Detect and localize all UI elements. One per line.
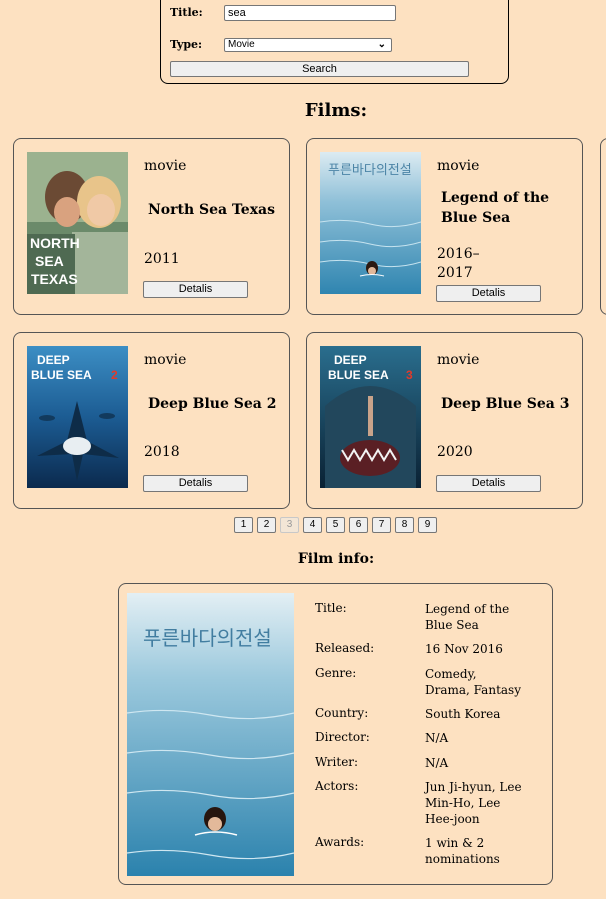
info-value-country: South Korea — [425, 707, 501, 721]
search-button[interactable]: Search — [170, 61, 469, 77]
page-button-2[interactable]: 2 — [257, 517, 276, 533]
film-card: NORTH SEA TEXAS movie North Sea Texas 20… — [13, 138, 290, 315]
film-title: Legend of the Blue Sea — [441, 190, 550, 226]
film-title: Deep Blue Sea 3 — [441, 396, 570, 412]
info-key-actors: Actors: — [315, 779, 359, 793]
page-button-9[interactable]: 9 — [418, 517, 437, 533]
page-button-1[interactable]: 1 — [234, 517, 253, 533]
page-button-7[interactable]: 7 — [372, 517, 391, 533]
film-card: 푸른바다의전설 movie Legend of the Blue Sea 201… — [306, 138, 583, 315]
film-card: DEEP BLUE SEA 2 movie Deep Blue Sea 2 20… — [13, 332, 290, 509]
info-value-title: Legend of the Blue Sea — [425, 602, 510, 632]
info-value-writer: N/A — [425, 756, 449, 770]
svg-text:푸른바다의전설: 푸른바다의전설 — [143, 626, 272, 650]
info-value-genre: Comedy, Drama, Fantasy — [425, 667, 521, 697]
poster-image: 푸른바다의전설 — [320, 152, 421, 294]
details-button[interactable]: Detalis — [436, 285, 541, 302]
poster-image: DEEP BLUE SEA 2 — [27, 346, 128, 488]
info-key-genre: Genre: — [315, 666, 357, 680]
info-key-title: Title: — [315, 601, 347, 615]
film-type: movie — [144, 352, 187, 368]
film-year: 2016–2017 — [437, 246, 480, 281]
svg-text:NORTH: NORTH — [30, 235, 80, 251]
poster-image: DEEP BLUE SEA 3 — [320, 346, 421, 488]
info-key-awards: Awards: — [315, 835, 365, 849]
page-button-3-current: 3 — [280, 517, 299, 533]
info-key-released: Released: — [315, 641, 375, 655]
film-title: Deep Blue Sea 2 — [148, 396, 277, 412]
type-label: Type: — [170, 38, 203, 51]
info-key-writer: Writer: — [315, 755, 359, 769]
chevron-down-icon: ⌄ — [377, 39, 386, 50]
film-type: movie — [437, 352, 480, 368]
details-button[interactable]: Detalis — [143, 475, 248, 492]
svg-text:TEXAS: TEXAS — [31, 271, 78, 287]
page-button-6[interactable]: 6 — [349, 517, 368, 533]
film-title: North Sea Texas — [148, 202, 276, 218]
page-button-8[interactable]: 8 — [395, 517, 414, 533]
film-info-panel: 푸른바다의전설 Title: Legend of the Blue Sea Re… — [118, 583, 553, 885]
film-card: DEEP BLUE SEA 3 movie Deep Blue Sea 3 20… — [306, 332, 583, 509]
film-info-heading: Film info: — [297, 551, 375, 567]
svg-text:DEEP: DEEP — [334, 353, 367, 367]
film-year: 2020 — [437, 444, 473, 460]
page-button-4[interactable]: 4 — [303, 517, 322, 533]
info-value-director: N/A — [425, 731, 449, 745]
details-button[interactable]: Detalis — [436, 475, 541, 492]
svg-text:3: 3 — [406, 368, 413, 382]
type-select[interactable]: Movie ⌄ — [224, 38, 392, 52]
svg-text:DEEP: DEEP — [37, 353, 70, 367]
search-form: Title: sea Type: Movie ⌄ Search — [160, 0, 509, 84]
poster-image: NORTH SEA TEXAS — [27, 152, 128, 294]
title-input[interactable]: sea — [224, 5, 396, 21]
type-select-value: Movie — [228, 39, 255, 50]
info-value-released: 16 Nov 2016 — [425, 642, 503, 656]
svg-text:푸른바다의전설: 푸른바다의전설 — [328, 163, 412, 178]
film-type: movie — [437, 158, 480, 174]
film-year: 2011 — [144, 251, 180, 267]
film-type: movie — [144, 158, 187, 174]
film-card-partial — [600, 138, 606, 315]
title-label: Title: — [170, 6, 203, 19]
info-key-director: Director: — [315, 730, 370, 744]
info-value-awards: 1 win & 2 nominations — [425, 836, 500, 866]
info-poster-image: 푸른바다의전설 — [127, 593, 294, 876]
page-button-5[interactable]: 5 — [326, 517, 345, 533]
svg-text:BLUE SEA: BLUE SEA — [328, 368, 389, 382]
films-heading: Films: — [304, 100, 368, 121]
info-key-country: Country: — [315, 706, 369, 720]
svg-text:2: 2 — [111, 368, 118, 382]
info-value-actors: Jun Ji-hyun, Lee Min-Ho, Lee Hee-joon — [425, 780, 522, 826]
details-button[interactable]: Detalis — [143, 281, 248, 298]
svg-text:BLUE SEA: BLUE SEA — [31, 368, 92, 382]
svg-text:SEA: SEA — [35, 253, 64, 269]
film-year: 2018 — [144, 444, 180, 460]
